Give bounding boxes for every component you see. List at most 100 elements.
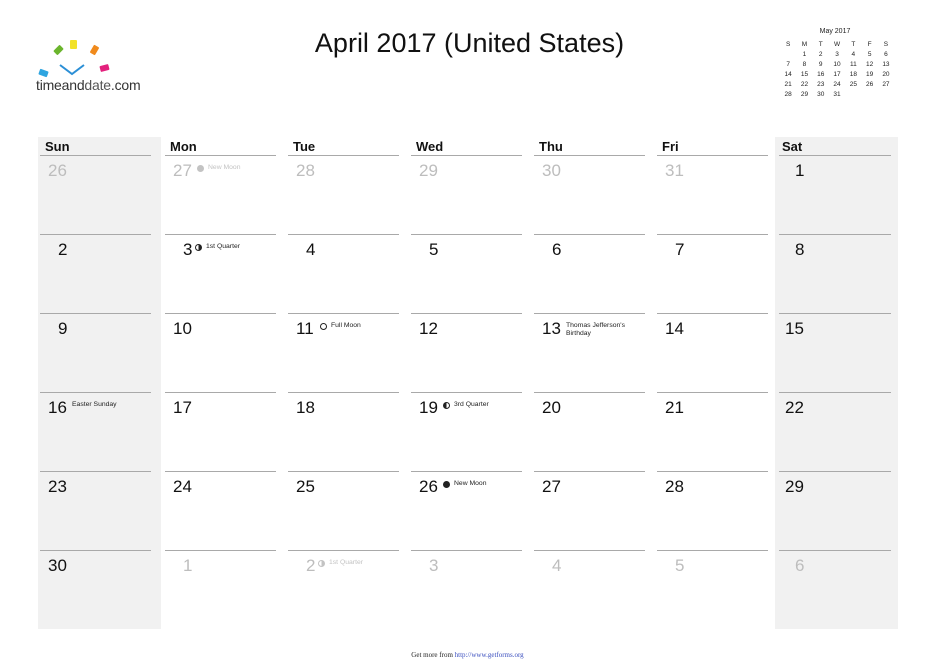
day-number: 30 <box>48 556 67 575</box>
day-cell[interactable]: 28 <box>286 156 406 232</box>
day-cell[interactable]: 12 <box>409 314 529 390</box>
day-event-label: Thomas Jefferson's Birthday <box>566 322 625 337</box>
day-number: 4 <box>552 556 562 575</box>
day-number: 29 <box>419 161 438 180</box>
day-cell[interactable]: 22 <box>775 393 895 469</box>
day-cell[interactable]: 25 <box>286 472 406 548</box>
day-cell[interactable]: 6 <box>775 551 895 627</box>
day-cell[interactable]: 14 <box>655 314 775 390</box>
day-number: 18 <box>296 398 315 417</box>
day-cell[interactable]: 24 <box>163 472 283 548</box>
day-number: 29 <box>785 477 804 496</box>
footer-text: Get more from <box>411 651 455 659</box>
footer: Get more from http://www.getforms.org <box>0 651 935 659</box>
day-event-label: New Moon <box>208 164 241 171</box>
day-number: 28 <box>296 161 315 180</box>
day-number: 1 <box>183 556 193 575</box>
day-event: Full Moon <box>320 322 361 330</box>
day-number: 10 <box>173 319 192 338</box>
day-event-label: Easter Sunday <box>72 401 117 408</box>
weekday-header-fri: Fri <box>662 139 679 154</box>
day-cell[interactable]: 29 <box>775 472 895 548</box>
weekday-header-sun: Sun <box>45 139 70 154</box>
day-number: 5 <box>429 240 439 259</box>
moon-full-icon <box>320 323 327 330</box>
day-number: 2 <box>306 556 316 575</box>
day-number: 13 <box>542 319 561 338</box>
day-cell[interactable]: 3 <box>409 551 529 627</box>
day-cell[interactable]: 16 Easter Sunday <box>38 393 158 469</box>
day-number: 19 <box>419 398 438 417</box>
day-cell[interactable]: 9 <box>38 314 158 390</box>
day-cell[interactable]: 11 Full Moon <box>286 314 406 390</box>
day-number: 26 <box>48 161 67 180</box>
day-cell[interactable]: 31 <box>655 156 775 232</box>
day-cell[interactable]: 20 <box>532 393 652 469</box>
day-number: 12 <box>419 319 438 338</box>
day-number: 15 <box>785 319 804 338</box>
day-number: 8 <box>795 240 805 259</box>
day-cell[interactable]: 7 <box>655 235 775 311</box>
weekday-header-sat: Sat <box>782 139 803 154</box>
moon-third-icon <box>443 402 450 409</box>
day-cell[interactable]: 23 <box>38 472 158 548</box>
day-event-label: 1st Quarter <box>206 243 240 250</box>
day-number: 5 <box>675 556 685 575</box>
day-number: 7 <box>675 240 685 259</box>
day-number: 20 <box>542 398 561 417</box>
moon-new-icon <box>443 481 450 488</box>
day-number: 9 <box>58 319 68 338</box>
day-cell[interactable]: 8 <box>775 235 895 311</box>
day-number: 3 <box>183 240 193 259</box>
day-cell[interactable]: 19 3rd Quarter <box>409 393 529 469</box>
day-number: 31 <box>665 161 684 180</box>
day-cell[interactable]: 26 <box>38 156 158 232</box>
day-cell[interactable]: 28 <box>655 472 775 548</box>
day-event: 1st Quarter <box>318 559 363 567</box>
day-cell[interactable]: 10 <box>163 314 283 390</box>
moon-new-icon <box>197 165 204 172</box>
day-cell[interactable]: 30 <box>38 551 158 627</box>
day-number: 30 <box>542 161 561 180</box>
day-cell[interactable]: 4 <box>532 551 652 627</box>
moon-first-icon <box>318 560 325 567</box>
day-cell[interactable]: 5 <box>655 551 775 627</box>
day-cell[interactable]: 26 New Moon <box>409 472 529 548</box>
day-cell[interactable]: 27 <box>532 472 652 548</box>
day-cell[interactable]: 27 New Moon <box>163 156 283 232</box>
day-event: Easter Sunday <box>72 401 117 409</box>
weekday-header-mon: Mon <box>170 139 197 154</box>
day-cell[interactable]: 1 <box>163 551 283 627</box>
day-number: 22 <box>785 398 804 417</box>
day-number: 27 <box>173 161 192 180</box>
month-calendar-grid: Sun Mon Tue Wed Thu Fri Sat 26 27 New Moon 28 29 30 3… <box>0 0 935 661</box>
day-number: 1 <box>795 161 805 180</box>
day-cell[interactable]: 15 <box>775 314 895 390</box>
day-number: 21 <box>665 398 684 417</box>
day-event: New Moon <box>443 480 487 488</box>
day-number: 24 <box>173 477 192 496</box>
day-cell[interactable]: 5 <box>409 235 529 311</box>
footer-link[interactable]: http://www.getforms.org <box>455 651 524 659</box>
day-event-label: 3rd Quarter <box>454 401 489 408</box>
day-cell[interactable]: 3 1st Quarter <box>163 235 283 311</box>
day-cell[interactable]: 17 <box>163 393 283 469</box>
day-cell[interactable]: 2 <box>38 235 158 311</box>
day-number: 26 <box>419 477 438 496</box>
day-cell[interactable]: 18 <box>286 393 406 469</box>
day-cell[interactable]: 29 <box>409 156 529 232</box>
day-cell[interactable]: 4 <box>286 235 406 311</box>
day-number: 25 <box>296 477 315 496</box>
day-cell[interactable]: 1 <box>775 156 895 232</box>
day-event-label: New Moon <box>454 480 487 487</box>
day-cell[interactable]: 21 <box>655 393 775 469</box>
day-cell[interactable]: 6 <box>532 235 652 311</box>
day-cell[interactable]: 13 Thomas Jefferson's Birthday <box>532 314 652 390</box>
day-event-label: 1st Quarter <box>329 559 363 566</box>
day-cell[interactable]: 2 1st Quarter <box>286 551 406 627</box>
day-cell[interactable]: 30 <box>532 156 652 232</box>
day-event: New Moon <box>197 164 241 172</box>
day-number: 2 <box>58 240 68 259</box>
weekday-header-wed: Wed <box>416 139 444 154</box>
day-event: Thomas Jefferson's Birthday <box>566 322 638 338</box>
